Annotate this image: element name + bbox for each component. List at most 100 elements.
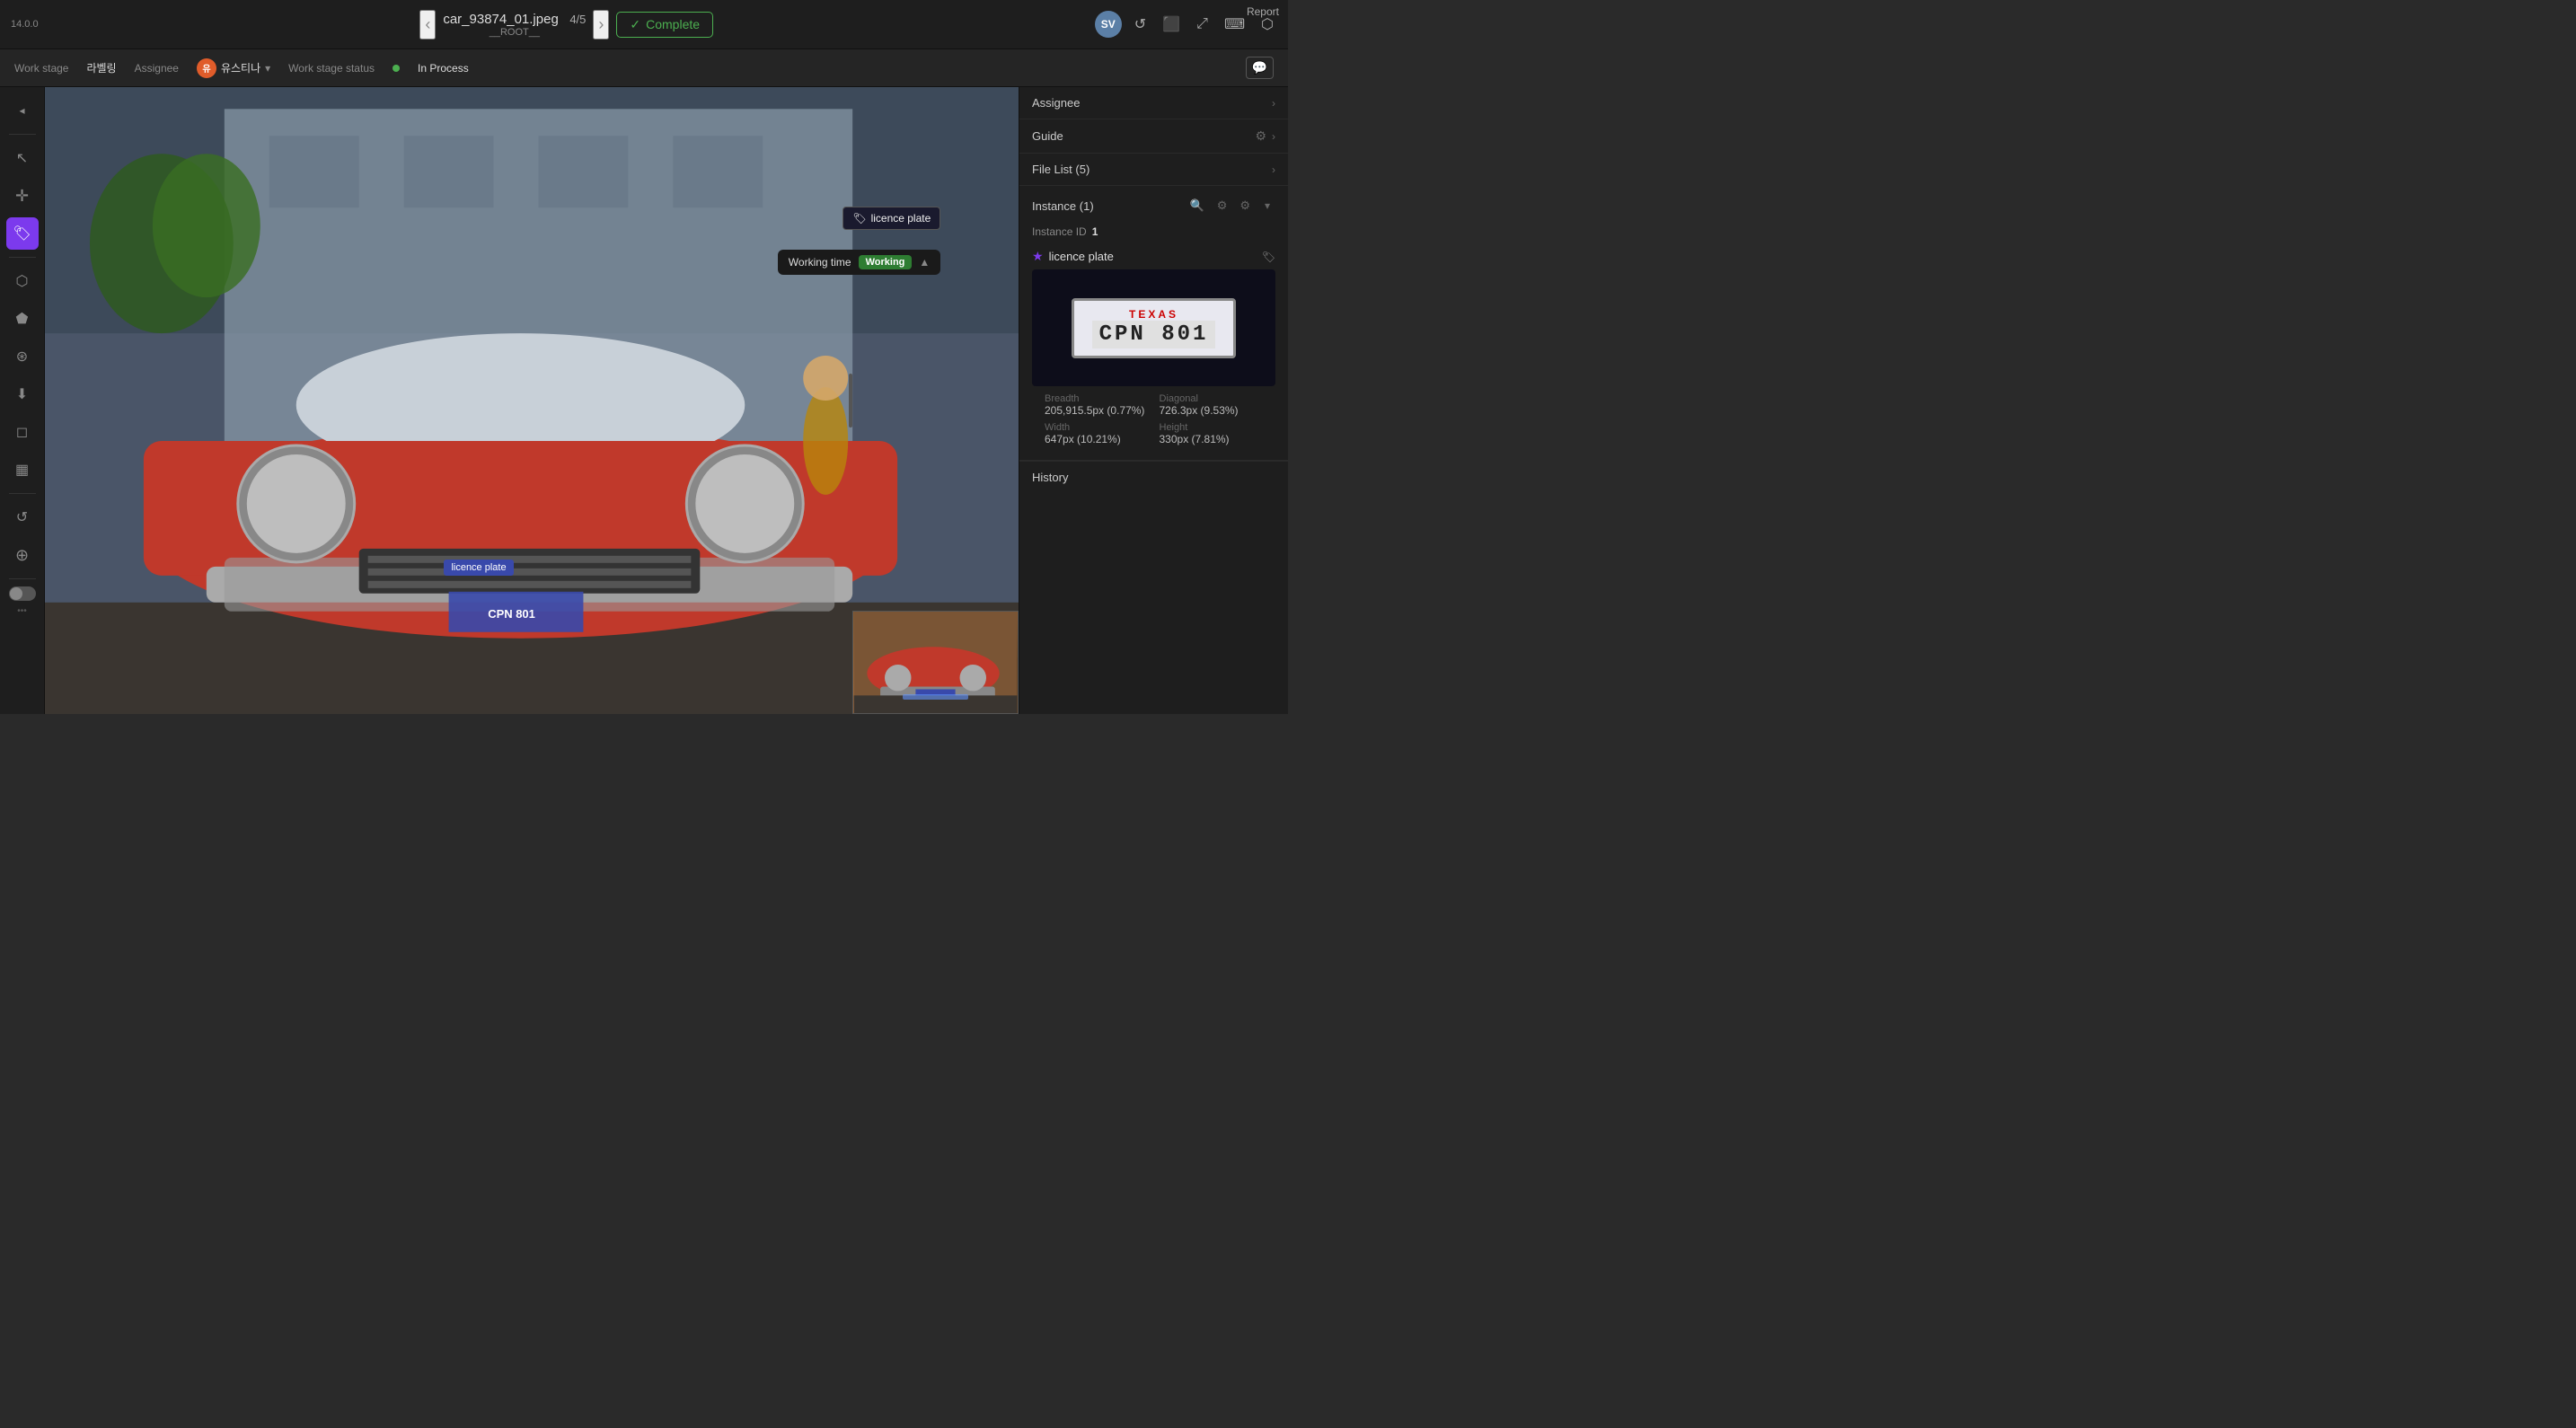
keyboard-button[interactable]: ⌨: [1221, 12, 1248, 37]
erase-tool-button[interactable]: ◻: [6, 416, 39, 448]
assignee-selector[interactable]: 유 유스티나 ▾: [197, 58, 270, 78]
work-stage-label: Work stage: [14, 62, 68, 75]
cursor-tool-button[interactable]: ↖: [6, 142, 39, 174]
vertical-scrollbar[interactable]: [849, 374, 852, 428]
working-time-label: Working time: [789, 256, 851, 269]
instance-actions: 🔍 ⚙ ⚙ ▾: [1187, 195, 1276, 216]
assignee-chevron-icon: ▾: [265, 62, 270, 75]
status-value: In Process: [418, 62, 469, 75]
instance-id-value: 1: [1092, 225, 1098, 238]
width-stat: Width 647px (10.21%): [1045, 422, 1149, 445]
instance-item-header: ★ licence plate 🏷: [1032, 249, 1275, 264]
file-list-chevron-icon: ›: [1272, 163, 1275, 176]
report-label[interactable]: Report: [1247, 5, 1279, 18]
refresh-button[interactable]: ↺: [1131, 12, 1150, 37]
instance-stats: Breadth 205,915.5px (0.77%) Diagonal 726…: [1032, 386, 1275, 453]
file-info: car_93874_01.jpeg 4/5 __ROOT__: [443, 12, 586, 38]
next-file-button[interactable]: ›: [593, 10, 609, 40]
diagonal-value: 726.3px (9.53%): [1160, 404, 1264, 417]
shape-tool-button[interactable]: ⬟: [6, 303, 39, 335]
guide-section-title: Guide: [1032, 129, 1063, 143]
file-list-section-header[interactable]: File List (5) ›: [1019, 154, 1288, 185]
diagonal-label: Diagonal: [1160, 393, 1264, 404]
instance-item: ★ licence plate 🏷 TEXAS CPN 801: [1019, 245, 1288, 460]
canvas-working-time[interactable]: Working time Working ▲: [778, 250, 940, 275]
prev-file-button[interactable]: ‹: [419, 10, 436, 40]
toolbar-divider-3: [9, 493, 36, 494]
file-name: car_93874_01.jpeg 4/5: [443, 12, 586, 27]
thumbnail-image: [853, 612, 1018, 713]
breadth-label: Breadth: [1045, 393, 1149, 404]
instance-name: licence plate: [1049, 250, 1114, 263]
grid-tool-button[interactable]: ▦: [6, 454, 39, 486]
canvas-bbox-label: licence plate: [444, 560, 513, 576]
plate-preview: TEXAS CPN 801: [1072, 298, 1237, 358]
undo-button[interactable]: ↺: [6, 501, 39, 533]
instance-tag-icon[interactable]: 🏷: [1262, 251, 1275, 263]
top-bar: 14.0.0 ‹ car_93874_01.jpeg 4/5 __ROOT__ …: [0, 0, 1288, 49]
width-value: 647px (10.21%): [1045, 433, 1149, 445]
history-section-title: History: [1032, 471, 1068, 484]
filter-icon[interactable]: ⚙: [1255, 128, 1266, 144]
breadth-value: 205,915.5px (0.77%): [1045, 404, 1149, 417]
status-dot-icon: [393, 65, 400, 72]
instance-star-icon[interactable]: ★: [1032, 249, 1044, 264]
thumbnail-preview: [852, 611, 1019, 714]
instance-section-header: Instance (1) 🔍 ⚙ ⚙ ▾: [1019, 186, 1288, 222]
left-toolbar: ◂ ↖ ✛ 🏷 ⬡ ⬟ ⊛ ⬇ ◻ ▦ ↺ ⊕ •••: [0, 87, 45, 714]
instance-section: Instance (1) 🔍 ⚙ ⚙ ▾ Instance ID 1 ★ lic…: [1019, 186, 1288, 461]
comment-button[interactable]: 💬: [1246, 57, 1274, 79]
collapse-panel-button[interactable]: ◂: [6, 94, 39, 127]
canvas-area[interactable]: CPN 801 🏷 licence plate Working time Wor…: [45, 87, 1019, 714]
assignee-section-title: Assignee: [1032, 96, 1080, 110]
svg-text:CPN 801: CPN 801: [488, 607, 535, 621]
node-tool-button[interactable]: ⊛: [6, 340, 39, 373]
plate-number: CPN 801: [1092, 321, 1216, 348]
thumbnail-highlight: [903, 694, 968, 700]
breadth-stat: Breadth 205,915.5px (0.77%): [1045, 393, 1149, 417]
assignee-label: Assignee: [135, 62, 179, 75]
guide-section-header[interactable]: Guide ⚙ ›: [1019, 119, 1288, 153]
working-status-badge: Working: [859, 255, 913, 269]
instance-collapse-button[interactable]: ▾: [1259, 198, 1275, 214]
width-label: Width: [1045, 422, 1149, 433]
label-tag-icon: 🏷: [852, 212, 866, 225]
file-list-section: File List (5) ›: [1019, 154, 1288, 186]
complete-button[interactable]: ✓ Complete: [616, 12, 713, 38]
fullscreen-button[interactable]: ⤢: [1193, 13, 1212, 36]
height-stat: Height 330px (7.81%): [1160, 422, 1264, 445]
assignee-name: 유스티나: [221, 60, 260, 75]
download-tool-button[interactable]: ⬇: [6, 378, 39, 410]
zoom-out-button[interactable]: ⊕: [6, 539, 39, 571]
move-tool-button[interactable]: ✛: [6, 180, 39, 212]
instance-search-button[interactable]: 🔍: [1187, 195, 1208, 216]
assignee-section-header[interactable]: Assignee ›: [1019, 87, 1288, 119]
toolbar-divider-1: [9, 134, 36, 135]
polygon-tool-button[interactable]: ⬡: [6, 265, 39, 297]
app-version: 14.0.0: [11, 19, 39, 30]
tag-tool-button[interactable]: 🏷: [6, 217, 39, 250]
plate-state: TEXAS: [1092, 308, 1216, 321]
file-root: __ROOT__: [443, 27, 586, 38]
diagonal-stat: Diagonal 726.3px (9.53%): [1160, 393, 1264, 417]
toggle-switch[interactable]: [9, 586, 36, 601]
guide-section-icons: ⚙ ›: [1255, 128, 1275, 144]
guide-chevron-icon: ›: [1272, 130, 1275, 143]
instance-settings-button[interactable]: ⚙: [1236, 195, 1254, 216]
secondary-bar: Work stage 라벨링 Assignee 유 유스티나 ▾ Work st…: [0, 49, 1288, 87]
instance-id-row: Instance ID 1: [1019, 222, 1288, 245]
save-button[interactable]: ⬛: [1159, 12, 1184, 37]
height-label: Height: [1160, 422, 1264, 433]
check-icon: ✓: [630, 17, 640, 32]
file-index: 4/5: [569, 13, 586, 26]
instance-filter-button[interactable]: ⚙: [1213, 195, 1231, 216]
work-stage-value: 라벨링: [86, 60, 116, 75]
instance-thumbnail: TEXAS CPN 801: [1032, 269, 1275, 386]
collapse-working-icon[interactable]: ▲: [919, 256, 930, 269]
user-avatar[interactable]: SV: [1095, 11, 1122, 38]
status-label: Work stage status: [288, 62, 375, 75]
assignee-avatar: 유: [197, 58, 216, 78]
history-section: History: [1019, 461, 1288, 493]
assignee-section-icons: ›: [1272, 97, 1275, 110]
toolbar-divider-4: [9, 578, 36, 579]
